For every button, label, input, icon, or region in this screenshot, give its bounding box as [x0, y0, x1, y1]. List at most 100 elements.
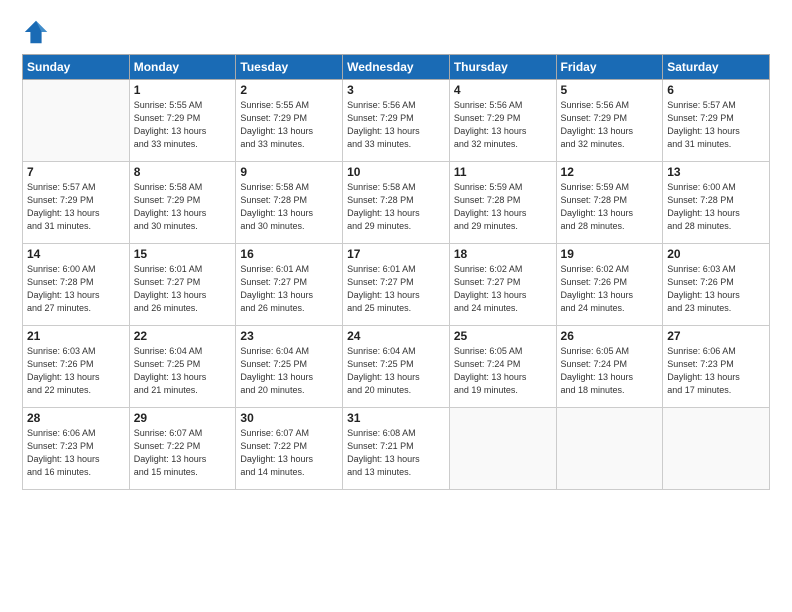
day-number: 23: [240, 329, 338, 343]
day-info: Sunrise: 6:05 AM Sunset: 7:24 PM Dayligh…: [454, 345, 552, 397]
day-info: Sunrise: 6:01 AM Sunset: 7:27 PM Dayligh…: [240, 263, 338, 315]
day-info: Sunrise: 6:07 AM Sunset: 7:22 PM Dayligh…: [240, 427, 338, 479]
day-info: Sunrise: 5:56 AM Sunset: 7:29 PM Dayligh…: [454, 99, 552, 151]
page: SundayMondayTuesdayWednesdayThursdayFrid…: [0, 0, 792, 612]
calendar-cell: 14 Sunrise: 6:00 AM Sunset: 7:28 PM Dayli…: [23, 244, 130, 326]
col-header-wednesday: Wednesday: [343, 55, 450, 80]
day-number: 30: [240, 411, 338, 425]
calendar-table: SundayMondayTuesdayWednesdayThursdayFrid…: [22, 54, 770, 490]
calendar-cell: 6 Sunrise: 5:57 AM Sunset: 7:29 PM Daylig…: [663, 80, 770, 162]
calendar-cell: 15 Sunrise: 6:01 AM Sunset: 7:27 PM Dayli…: [129, 244, 236, 326]
day-info: Sunrise: 5:58 AM Sunset: 7:28 PM Dayligh…: [240, 181, 338, 233]
logo-icon: [22, 18, 50, 46]
day-info: Sunrise: 6:02 AM Sunset: 7:26 PM Dayligh…: [561, 263, 659, 315]
day-info: Sunrise: 6:06 AM Sunset: 7:23 PM Dayligh…: [667, 345, 765, 397]
day-info: Sunrise: 5:58 AM Sunset: 7:29 PM Dayligh…: [134, 181, 232, 233]
col-header-sunday: Sunday: [23, 55, 130, 80]
calendar-cell: 29 Sunrise: 6:07 AM Sunset: 7:22 PM Dayli…: [129, 408, 236, 490]
logo: [22, 18, 54, 46]
calendar-cell: 23Sunrise: 6:04 AM Sunset: 7:25 PM Dayli…: [236, 326, 343, 408]
calendar-cell: 28 Sunrise: 6:06 AM Sunset: 7:23 PM Dayli…: [23, 408, 130, 490]
header-row: SundayMondayTuesdayWednesdayThursdayFrid…: [23, 55, 770, 80]
day-number: 29: [134, 411, 232, 425]
calendar-header: SundayMondayTuesdayWednesdayThursdayFrid…: [23, 55, 770, 80]
calendar-cell: 2 Sunrise: 5:55 AM Sunset: 7:29 PM Daylig…: [236, 80, 343, 162]
week-row: 14 Sunrise: 6:00 AM Sunset: 7:28 PM Dayli…: [23, 244, 770, 326]
day-number: 5: [561, 83, 659, 97]
calendar-cell: 26Sunrise: 6:05 AM Sunset: 7:24 PM Dayli…: [556, 326, 663, 408]
week-row: 1 Sunrise: 5:55 AM Sunset: 7:29 PM Daylig…: [23, 80, 770, 162]
day-number: 11: [454, 165, 552, 179]
calendar-cell: 13Sunrise: 6:00 AM Sunset: 7:28 PM Dayli…: [663, 162, 770, 244]
day-number: 16: [240, 247, 338, 261]
day-info: Sunrise: 6:05 AM Sunset: 7:24 PM Dayligh…: [561, 345, 659, 397]
day-info: Sunrise: 6:06 AM Sunset: 7:23 PM Dayligh…: [27, 427, 125, 479]
day-number: 19: [561, 247, 659, 261]
day-number: 25: [454, 329, 552, 343]
day-number: 18: [454, 247, 552, 261]
calendar-cell: 12Sunrise: 5:59 AM Sunset: 7:28 PM Dayli…: [556, 162, 663, 244]
day-info: Sunrise: 6:03 AM Sunset: 7:26 PM Dayligh…: [27, 345, 125, 397]
calendar-cell: 30 Sunrise: 6:07 AM Sunset: 7:22 PM Dayli…: [236, 408, 343, 490]
day-info: Sunrise: 6:08 AM Sunset: 7:21 PM Dayligh…: [347, 427, 445, 479]
calendar-cell: 22Sunrise: 6:04 AM Sunset: 7:25 PM Dayli…: [129, 326, 236, 408]
col-header-saturday: Saturday: [663, 55, 770, 80]
day-info: Sunrise: 5:55 AM Sunset: 7:29 PM Dayligh…: [134, 99, 232, 151]
day-number: 1: [134, 83, 232, 97]
day-number: 28: [27, 411, 125, 425]
day-number: 24: [347, 329, 445, 343]
day-info: Sunrise: 5:58 AM Sunset: 7:28 PM Dayligh…: [347, 181, 445, 233]
calendar-cell: 1 Sunrise: 5:55 AM Sunset: 7:29 PM Daylig…: [129, 80, 236, 162]
day-number: 21: [27, 329, 125, 343]
calendar-cell: [556, 408, 663, 490]
day-info: Sunrise: 5:59 AM Sunset: 7:28 PM Dayligh…: [561, 181, 659, 233]
calendar-cell: 31 Sunrise: 6:08 AM Sunset: 7:21 PM Dayli…: [343, 408, 450, 490]
calendar-cell: 5 Sunrise: 5:56 AM Sunset: 7:29 PM Daylig…: [556, 80, 663, 162]
day-number: 9: [240, 165, 338, 179]
day-number: 6: [667, 83, 765, 97]
day-number: 3: [347, 83, 445, 97]
header: [22, 18, 770, 46]
day-number: 2: [240, 83, 338, 97]
day-info: Sunrise: 5:56 AM Sunset: 7:29 PM Dayligh…: [347, 99, 445, 151]
week-row: 7 Sunrise: 5:57 AM Sunset: 7:29 PM Daylig…: [23, 162, 770, 244]
calendar-cell: [23, 80, 130, 162]
day-info: Sunrise: 5:57 AM Sunset: 7:29 PM Dayligh…: [27, 181, 125, 233]
calendar-cell: 27 Sunrise: 6:06 AM Sunset: 7:23 PM Dayli…: [663, 326, 770, 408]
day-info: Sunrise: 5:55 AM Sunset: 7:29 PM Dayligh…: [240, 99, 338, 151]
calendar-cell: 24 Sunrise: 6:04 AM Sunset: 7:25 PM Dayli…: [343, 326, 450, 408]
day-info: Sunrise: 5:56 AM Sunset: 7:29 PM Dayligh…: [561, 99, 659, 151]
calendar-cell: 19 Sunrise: 6:02 AM Sunset: 7:26 PM Dayli…: [556, 244, 663, 326]
day-number: 27: [667, 329, 765, 343]
calendar-cell: 9 Sunrise: 5:58 AM Sunset: 7:28 PM Daylig…: [236, 162, 343, 244]
day-info: Sunrise: 6:01 AM Sunset: 7:27 PM Dayligh…: [134, 263, 232, 315]
col-header-friday: Friday: [556, 55, 663, 80]
calendar-cell: 21 Sunrise: 6:03 AM Sunset: 7:26 PM Dayli…: [23, 326, 130, 408]
day-number: 31: [347, 411, 445, 425]
day-number: 15: [134, 247, 232, 261]
calendar-cell: 11 Sunrise: 5:59 AM Sunset: 7:28 PM Dayli…: [449, 162, 556, 244]
day-info: Sunrise: 6:00 AM Sunset: 7:28 PM Dayligh…: [667, 181, 765, 233]
week-row: 21 Sunrise: 6:03 AM Sunset: 7:26 PM Dayli…: [23, 326, 770, 408]
calendar-cell: 4Sunrise: 5:56 AM Sunset: 7:29 PM Daylig…: [449, 80, 556, 162]
day-number: 8: [134, 165, 232, 179]
day-info: Sunrise: 6:02 AM Sunset: 7:27 PM Dayligh…: [454, 263, 552, 315]
day-info: Sunrise: 6:07 AM Sunset: 7:22 PM Dayligh…: [134, 427, 232, 479]
day-info: Sunrise: 5:57 AM Sunset: 7:29 PM Dayligh…: [667, 99, 765, 151]
day-info: Sunrise: 5:59 AM Sunset: 7:28 PM Dayligh…: [454, 181, 552, 233]
day-info: Sunrise: 6:00 AM Sunset: 7:28 PM Dayligh…: [27, 263, 125, 315]
day-number: 22: [134, 329, 232, 343]
calendar-cell: 7 Sunrise: 5:57 AM Sunset: 7:29 PM Daylig…: [23, 162, 130, 244]
calendar-cell: 16 Sunrise: 6:01 AM Sunset: 7:27 PM Dayli…: [236, 244, 343, 326]
day-number: 20: [667, 247, 765, 261]
calendar-cell: 3 Sunrise: 5:56 AM Sunset: 7:29 PM Daylig…: [343, 80, 450, 162]
calendar-cell: [449, 408, 556, 490]
week-row: 28 Sunrise: 6:06 AM Sunset: 7:23 PM Dayli…: [23, 408, 770, 490]
col-header-monday: Monday: [129, 55, 236, 80]
col-header-thursday: Thursday: [449, 55, 556, 80]
calendar-cell: 20Sunrise: 6:03 AM Sunset: 7:26 PM Dayli…: [663, 244, 770, 326]
day-number: 14: [27, 247, 125, 261]
day-info: Sunrise: 6:04 AM Sunset: 7:25 PM Dayligh…: [347, 345, 445, 397]
calendar-cell: 25 Sunrise: 6:05 AM Sunset: 7:24 PM Dayli…: [449, 326, 556, 408]
day-number: 7: [27, 165, 125, 179]
